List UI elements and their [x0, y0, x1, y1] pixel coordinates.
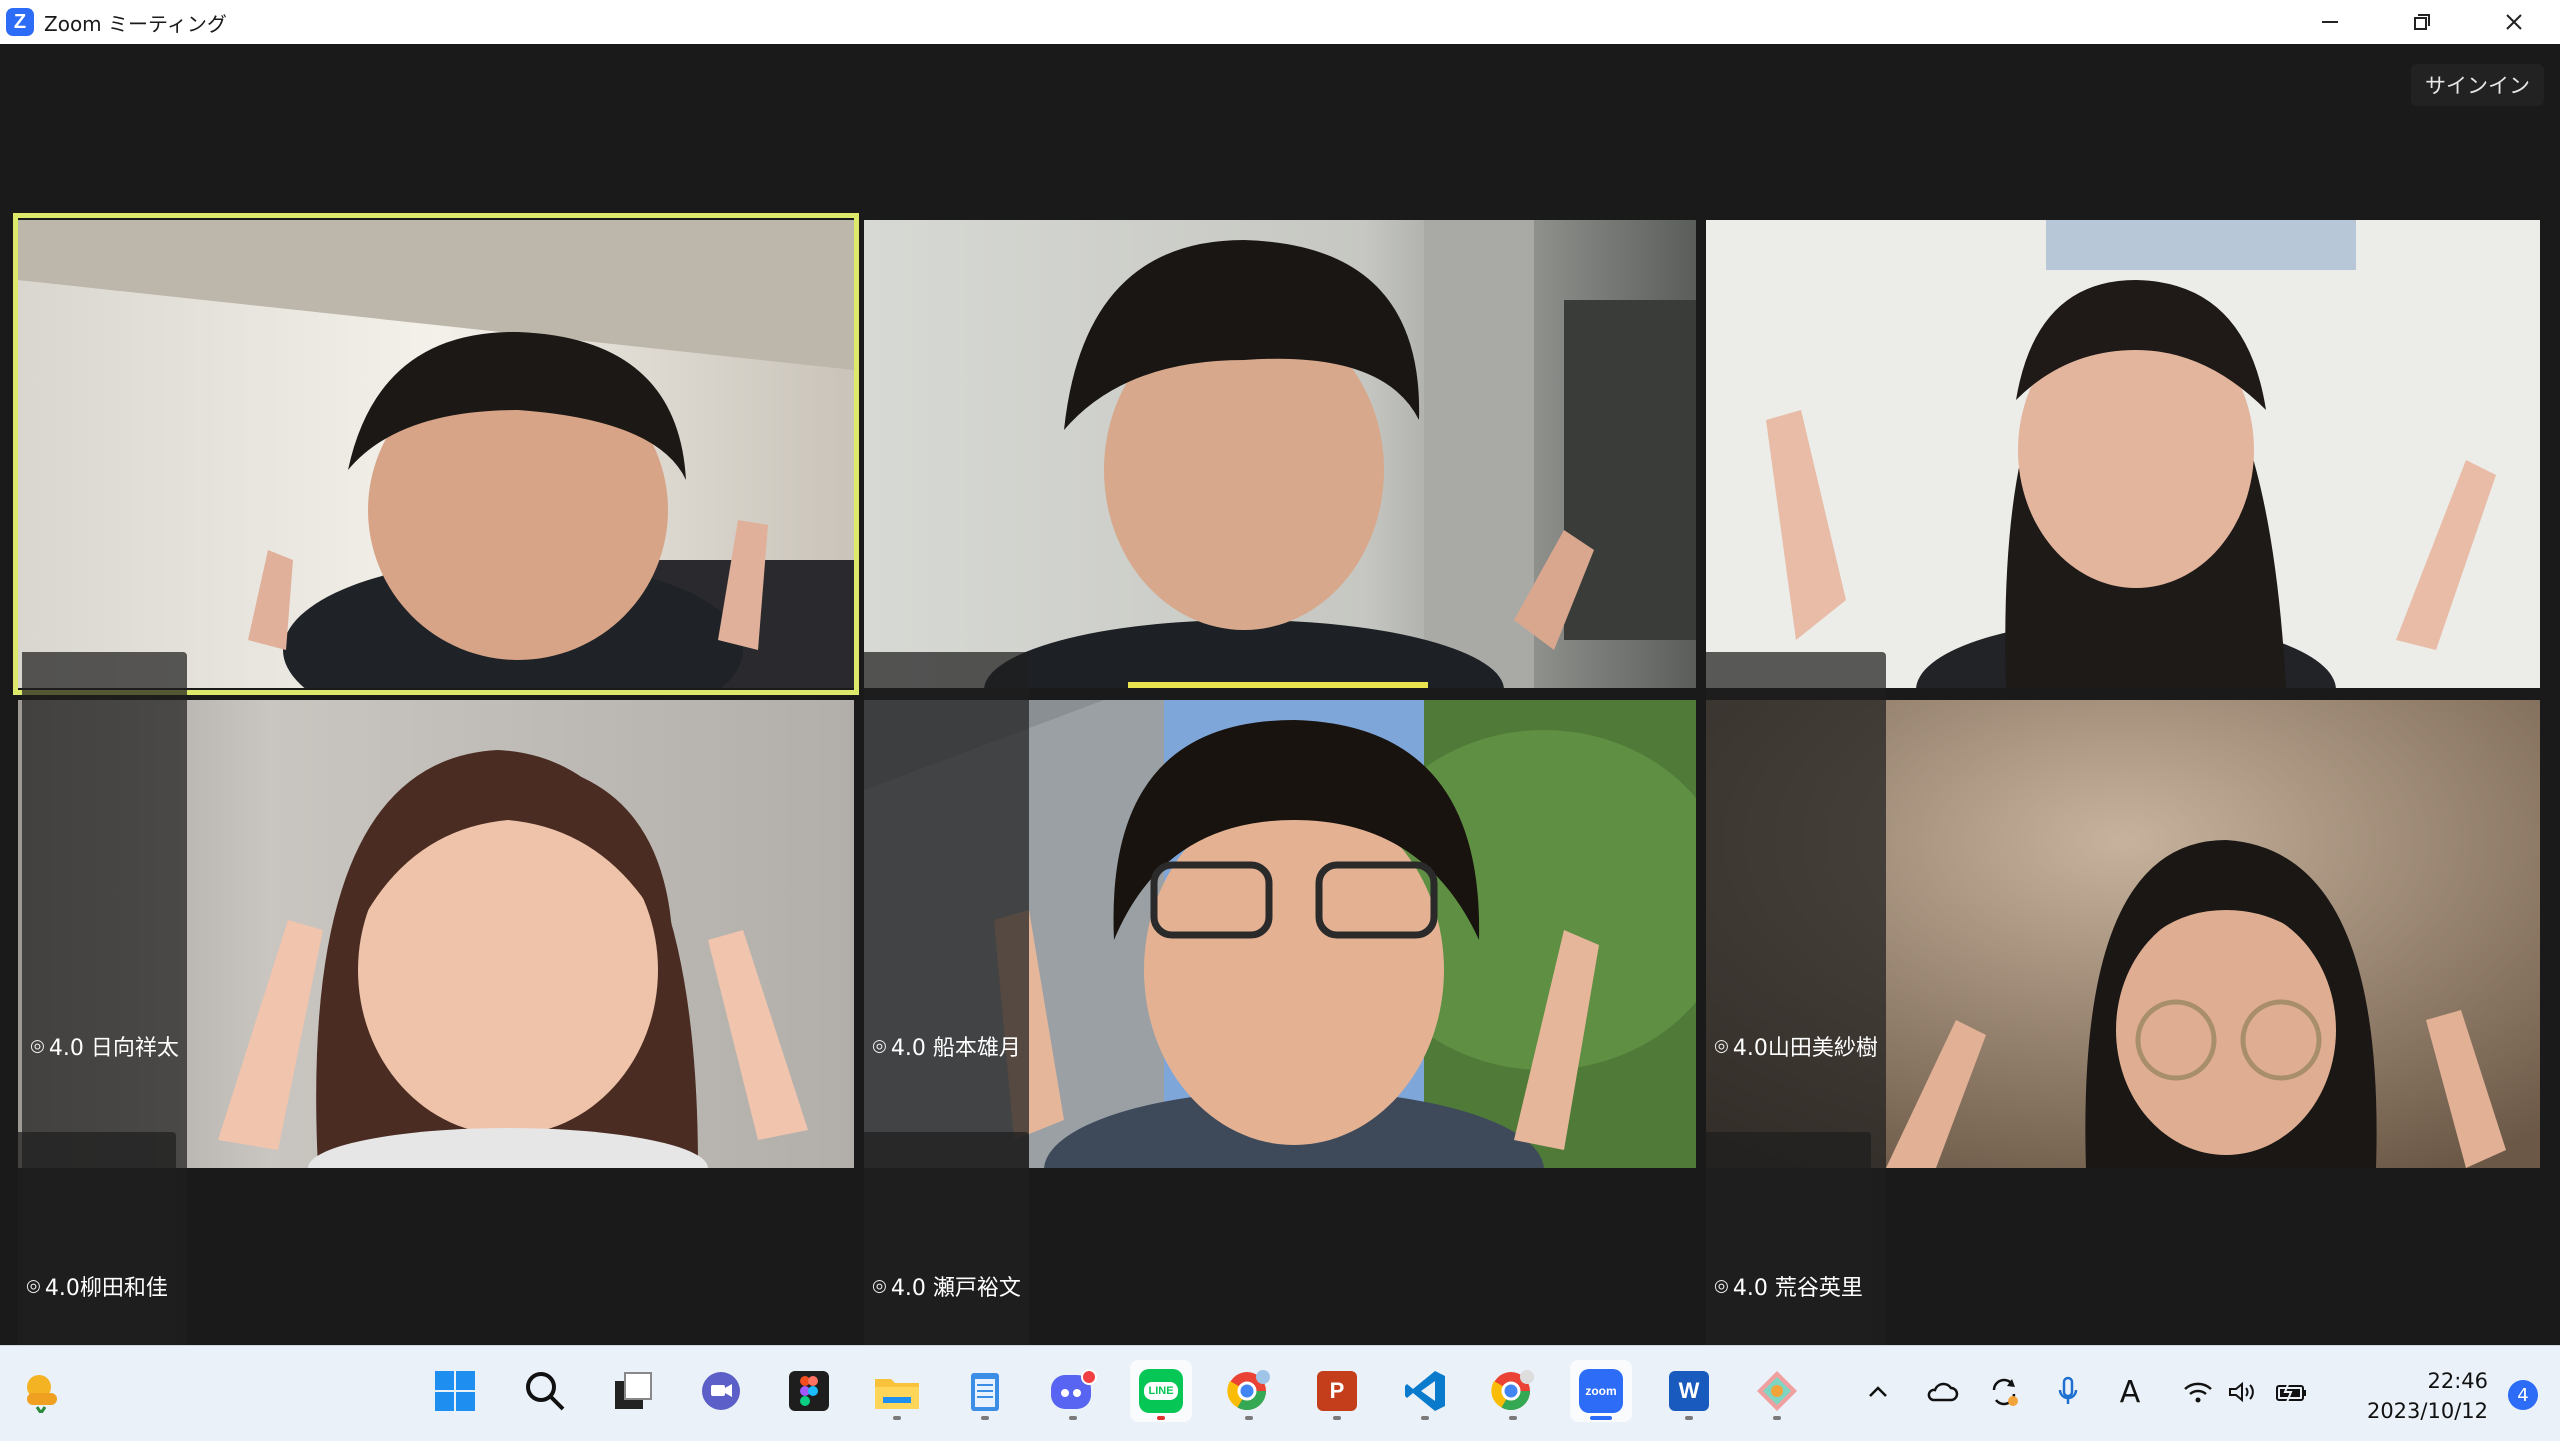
audio-level-bar — [1128, 682, 1428, 688]
connection-icon: ◎ — [872, 1036, 887, 1056]
taskbar-app-discord[interactable] — [1042, 1360, 1104, 1422]
powerpoint-icon: P — [1317, 1371, 1357, 1411]
ime-indicator[interactable]: A — [2110, 1364, 2150, 1420]
running-indicator — [1421, 1416, 1429, 1420]
clock-date: 2023/10/12 — [2366, 1399, 2488, 1423]
taskbar-app-chrome[interactable] — [1482, 1360, 1544, 1422]
sync-button[interactable] — [1984, 1364, 2024, 1420]
minimize-button[interactable] — [2284, 0, 2376, 44]
tray-overflow-button[interactable] — [1860, 1364, 1896, 1420]
clock-time: 22:46 — [2427, 1369, 2488, 1393]
video-tile-2[interactable] — [864, 220, 1696, 688]
participant-name: 4.0 荒谷英里 — [1732, 1276, 1863, 1301]
taskbar-app-git[interactable] — [1746, 1360, 1808, 1422]
battery-button[interactable] — [2270, 1364, 2314, 1420]
taskbar-app-vscode[interactable] — [1394, 1360, 1456, 1422]
running-indicator — [1509, 1416, 1517, 1420]
git-icon — [1757, 1371, 1797, 1411]
minimize-icon — [2322, 21, 2338, 23]
file-explorer-icon — [875, 1379, 919, 1409]
teams-icon — [702, 1372, 740, 1410]
sync-icon — [1992, 1378, 2018, 1406]
participant-name: 4.0 瀬戸裕文 — [890, 1276, 1021, 1301]
connection-icon: ◎ — [1714, 1276, 1729, 1296]
clock[interactable]: 22:46 2023/10/12 — [2367, 1366, 2488, 1426]
taskbar-app-line[interactable]: LINE — [1130, 1360, 1192, 1422]
discord-icon — [1051, 1369, 1097, 1409]
connection-icon: ◎ — [872, 1276, 887, 1296]
running-indicator — [1157, 1416, 1165, 1420]
cloud-icon — [1927, 1382, 1959, 1402]
video-feed — [864, 220, 1696, 688]
notepad-icon — [971, 1373, 999, 1411]
connection-icon: ◎ — [1714, 1036, 1729, 1056]
taskbar-app-zoom[interactable]: zoom — [1570, 1360, 1632, 1422]
participant-name: 4.0柳田和佳 — [44, 1276, 168, 1301]
connection-icon: ◎ — [26, 1276, 41, 1296]
line-icon-label: LINE — [1144, 1382, 1178, 1400]
taskbar-app-notepad[interactable] — [954, 1360, 1016, 1422]
network-button[interactable] — [2176, 1364, 2220, 1420]
task-view-button[interactable] — [602, 1360, 664, 1422]
connection-icon: ◎ — [30, 1036, 45, 1056]
weather-icon — [27, 1375, 57, 1413]
close-button[interactable] — [2468, 0, 2560, 44]
video-tile-1[interactable] — [18, 220, 854, 688]
video-tile-3[interactable] — [1706, 220, 2540, 688]
battery-charging-icon — [2276, 1381, 2306, 1403]
onedrive-button[interactable] — [1922, 1364, 1962, 1420]
zoom-logo-icon: Z — [6, 8, 34, 36]
window-title: Zoom ミーティング — [44, 11, 227, 36]
taskbar-app-chrome-profile[interactable] — [1218, 1360, 1280, 1422]
weather-widget[interactable] — [10, 1360, 72, 1422]
microphone-button[interactable] — [2048, 1364, 2088, 1420]
taskbar: LINE P zoom W A 22:46 2023/10/12 4 — [0, 1345, 2560, 1441]
volume-button[interactable] — [2222, 1364, 2262, 1420]
restore-button[interactable] — [2376, 0, 2468, 44]
video-feed — [1706, 220, 2540, 688]
close-icon — [2506, 14, 2522, 30]
running-indicator — [1773, 1416, 1781, 1420]
zoom-icon: zoom — [1579, 1369, 1623, 1413]
taskbar-app-explorer[interactable] — [866, 1360, 928, 1422]
running-indicator — [1685, 1416, 1693, 1420]
notification-badge[interactable]: 4 — [2508, 1380, 2538, 1410]
taskbar-app-figma[interactable] — [778, 1360, 840, 1422]
running-indicator — [1590, 1416, 1612, 1420]
taskbar-app-word[interactable]: W — [1658, 1360, 1720, 1422]
participant-name: 4.0 日向祥太 — [48, 1036, 179, 1061]
microphone-icon — [2058, 1376, 2078, 1404]
figma-icon — [789, 1371, 829, 1411]
chevron-up-icon — [1869, 1386, 1887, 1397]
search-button[interactable] — [514, 1360, 576, 1422]
vscode-icon — [1405, 1371, 1445, 1411]
windows-start-icon — [435, 1371, 475, 1411]
speaker-icon — [2229, 1381, 2254, 1403]
video-feed — [18, 220, 854, 688]
chrome-icon — [1491, 1370, 1534, 1411]
taskbar-app-teams[interactable] — [690, 1360, 752, 1422]
participant-name: 4.0山田美紗樹 — [1732, 1036, 1878, 1061]
taskbar-app-powerpoint[interactable]: P — [1306, 1360, 1368, 1422]
running-indicator — [893, 1416, 901, 1420]
task-view-icon — [615, 1372, 652, 1409]
word-icon: W — [1669, 1371, 1709, 1411]
participant-name: 4.0 船本雄月 — [890, 1036, 1021, 1061]
start-button[interactable] — [424, 1360, 486, 1422]
line-icon: LINE — [1139, 1369, 1183, 1413]
chrome-profile-icon — [1227, 1370, 1270, 1411]
running-indicator — [981, 1416, 989, 1420]
restore-icon — [2414, 14, 2430, 30]
running-indicator — [1069, 1416, 1077, 1420]
signin-button[interactable]: サインイン — [2411, 64, 2544, 106]
title-bar: Z Zoom ミーティング — [0, 0, 2560, 44]
wifi-icon — [2184, 1382, 2212, 1403]
search-icon — [526, 1372, 565, 1411]
running-indicator — [1245, 1416, 1253, 1420]
running-indicator — [1333, 1416, 1341, 1420]
window-controls — [2284, 0, 2560, 44]
